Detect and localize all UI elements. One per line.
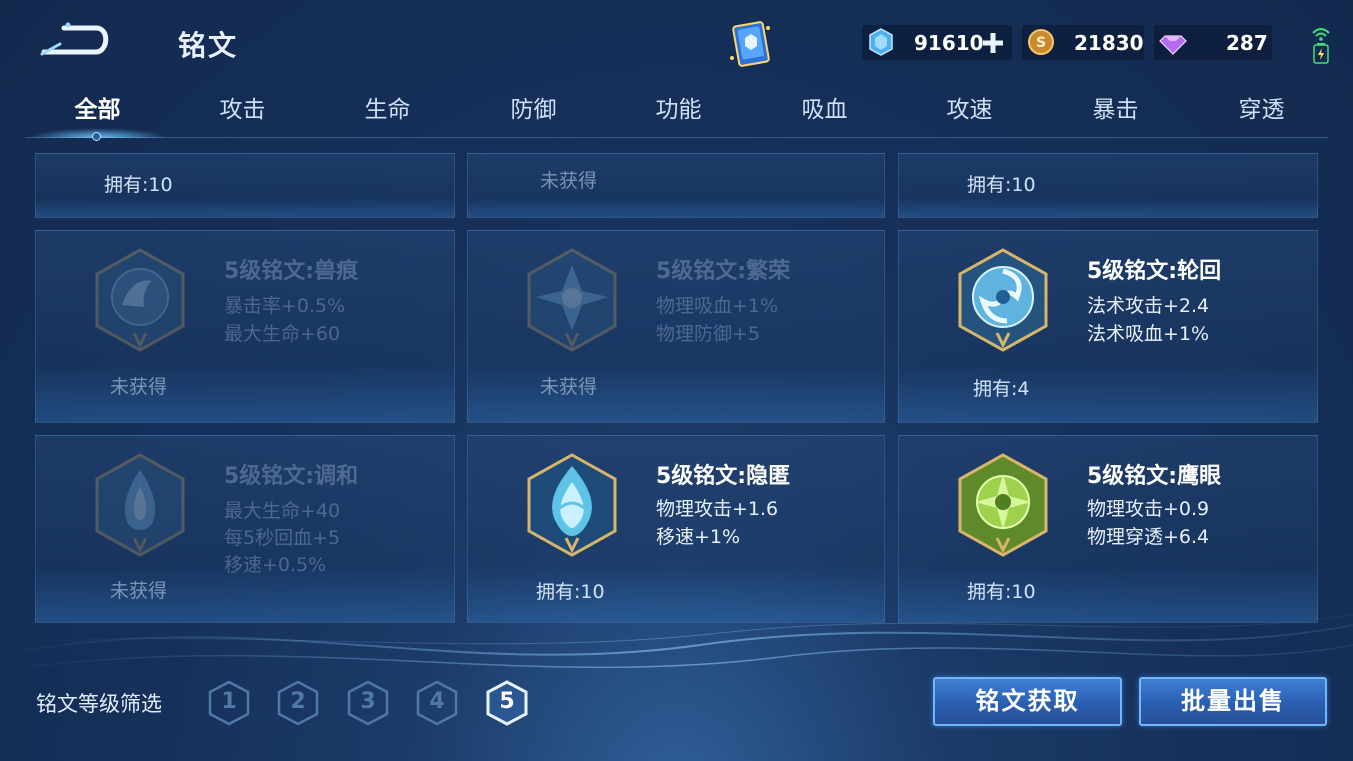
owned-count: 拥有:10 bbox=[104, 174, 173, 196]
rune-attribute: 最大生命+60 bbox=[224, 323, 341, 345]
rune-name: 5级铭文:隐匿 bbox=[656, 464, 791, 489]
prosperity-rune-icon bbox=[527, 248, 617, 352]
tab-defense[interactable]: 防御 bbox=[461, 88, 606, 132]
tab-attack[interactable]: 攻击 bbox=[170, 88, 315, 132]
owned-count: 拥有:10 bbox=[967, 174, 1036, 196]
tab-lifesteal[interactable]: 吸血 bbox=[752, 88, 897, 132]
owned-count: 未获得 bbox=[540, 170, 598, 192]
rune-attribute: 暴击率+0.5% bbox=[224, 295, 346, 317]
tab-utility[interactable]: 功能 bbox=[606, 88, 751, 132]
rune-attribute: 法术攻击+2.4 bbox=[1087, 295, 1210, 317]
level-filter-2[interactable]: 2 bbox=[275, 680, 321, 726]
tab-health[interactable]: 生命 bbox=[315, 88, 460, 132]
beast-mark-rune-icon bbox=[95, 248, 185, 352]
active-tab-dot bbox=[92, 132, 101, 141]
category-tabs: 全部 攻击 生命 防御 功能 吸血 攻速 暴击 穿透 bbox=[25, 88, 1328, 138]
rune-name: 5级铭文:轮回 bbox=[1087, 259, 1222, 284]
rune-name: 5级铭文:调和 bbox=[224, 464, 359, 489]
rune-attribute: 物理穿透+6.4 bbox=[1087, 526, 1210, 548]
page-title: 铭文 bbox=[178, 29, 239, 62]
gold-currency: S 21830 bbox=[1022, 25, 1144, 60]
level-filter-4[interactable]: 4 bbox=[414, 680, 460, 726]
level-number: 4 bbox=[429, 689, 445, 714]
crystal-icon bbox=[869, 28, 893, 56]
gem-amount: 287 bbox=[1226, 31, 1268, 55]
tab-attack-speed[interactable]: 攻速 bbox=[897, 88, 1042, 132]
level-filter-3[interactable]: 3 bbox=[345, 680, 391, 726]
rune-acquire-button[interactable]: 铭文获取 bbox=[933, 677, 1122, 726]
crystal-currency: 91610 bbox=[862, 25, 1012, 60]
level-number: 2 bbox=[290, 689, 306, 714]
level-filter-1[interactable]: 1 bbox=[206, 680, 252, 726]
gem-currency: 287 bbox=[1154, 25, 1272, 60]
level-number: 5 bbox=[499, 689, 515, 714]
bulk-sell-button[interactable]: 批量出售 bbox=[1139, 677, 1327, 726]
wifi-battery-status-icon bbox=[1312, 28, 1330, 64]
owned-count: 未获得 bbox=[540, 376, 598, 398]
rune-name: 5级铭文:繁荣 bbox=[656, 259, 791, 284]
level-number: 1 bbox=[221, 689, 237, 714]
eagle-eye-rune-icon bbox=[958, 453, 1048, 557]
owned-count: 未获得 bbox=[110, 376, 168, 398]
rune-attribute: 法术吸血+1% bbox=[1087, 323, 1210, 345]
tab-divider bbox=[25, 137, 1328, 138]
rune-attribute: 最大生命+40 bbox=[224, 500, 341, 522]
tab-all[interactable]: 全部 bbox=[25, 88, 170, 132]
rune-attribute: 移速+1% bbox=[656, 526, 741, 548]
rune-card-book-icon[interactable] bbox=[724, 18, 778, 70]
level-number: 3 bbox=[360, 689, 376, 714]
rune-attribute: 每5秒回血+5 bbox=[224, 527, 341, 549]
stealth-rune-icon bbox=[527, 453, 617, 557]
back-button[interactable] bbox=[38, 20, 114, 60]
rune-attribute: 物理防御+5 bbox=[656, 323, 761, 345]
add-crystal-button[interactable] bbox=[982, 32, 1004, 54]
reincarnation-rune-icon bbox=[958, 248, 1048, 352]
rune-card[interactable]: 5级铭文:兽痕 暴击率+0.5% 最大生命+60 未获得 bbox=[35, 230, 455, 423]
rune-attribute: 物理攻击+1.6 bbox=[656, 498, 779, 520]
rune-name: 5级铭文:鹰眼 bbox=[1087, 464, 1222, 489]
rune-card[interactable]: 5级铭文:隐匿 物理攻击+1.6 移速+1% 拥有:10 bbox=[467, 435, 885, 623]
rune-card[interactable]: 5级铭文:繁荣 物理吸血+1% 物理防御+5 未获得 bbox=[467, 230, 885, 423]
tab-critical[interactable]: 暴击 bbox=[1043, 88, 1188, 132]
owned-count: 拥有:4 bbox=[973, 378, 1030, 400]
owned-count: 拥有:10 bbox=[967, 581, 1036, 603]
gold-coin-icon: S bbox=[1028, 29, 1054, 55]
rune-level-filter-label: 铭文等级筛选 bbox=[36, 692, 162, 716]
rune-card[interactable]: 拥有:10 bbox=[898, 153, 1318, 218]
rune-card[interactable]: 5级铭文:鹰眼 物理攻击+0.9 物理穿透+6.4 拥有:10 bbox=[898, 435, 1318, 623]
crystal-amount: 91610 bbox=[914, 31, 984, 55]
rune-card[interactable]: 5级铭文:调和 最大生命+40 每5秒回血+5 移速+0.5% 未获得 bbox=[35, 435, 455, 623]
gold-amount: 21830 bbox=[1074, 31, 1144, 55]
owned-count: 拥有:10 bbox=[536, 581, 605, 603]
rune-attribute: 移速+0.5% bbox=[224, 554, 327, 576]
rune-name: 5级铭文:兽痕 bbox=[224, 259, 359, 284]
rune-attribute: 物理攻击+0.9 bbox=[1087, 498, 1210, 520]
level-filter-5[interactable]: 5 bbox=[484, 680, 530, 726]
tab-penetration[interactable]: 穿透 bbox=[1189, 88, 1334, 132]
rune-attribute: 物理吸血+1% bbox=[656, 295, 779, 317]
owned-count: 未获得 bbox=[110, 580, 168, 602]
svg-text:S: S bbox=[1036, 35, 1046, 51]
purple-gem-icon bbox=[1159, 35, 1187, 55]
rune-card[interactable]: 未获得 bbox=[467, 153, 885, 218]
rune-card[interactable]: 拥有:10 bbox=[35, 153, 455, 218]
rune-card[interactable]: 5级铭文:轮回 法术攻击+2.4 法术吸血+1% 拥有:4 bbox=[898, 230, 1318, 423]
harmony-rune-icon bbox=[95, 453, 185, 557]
